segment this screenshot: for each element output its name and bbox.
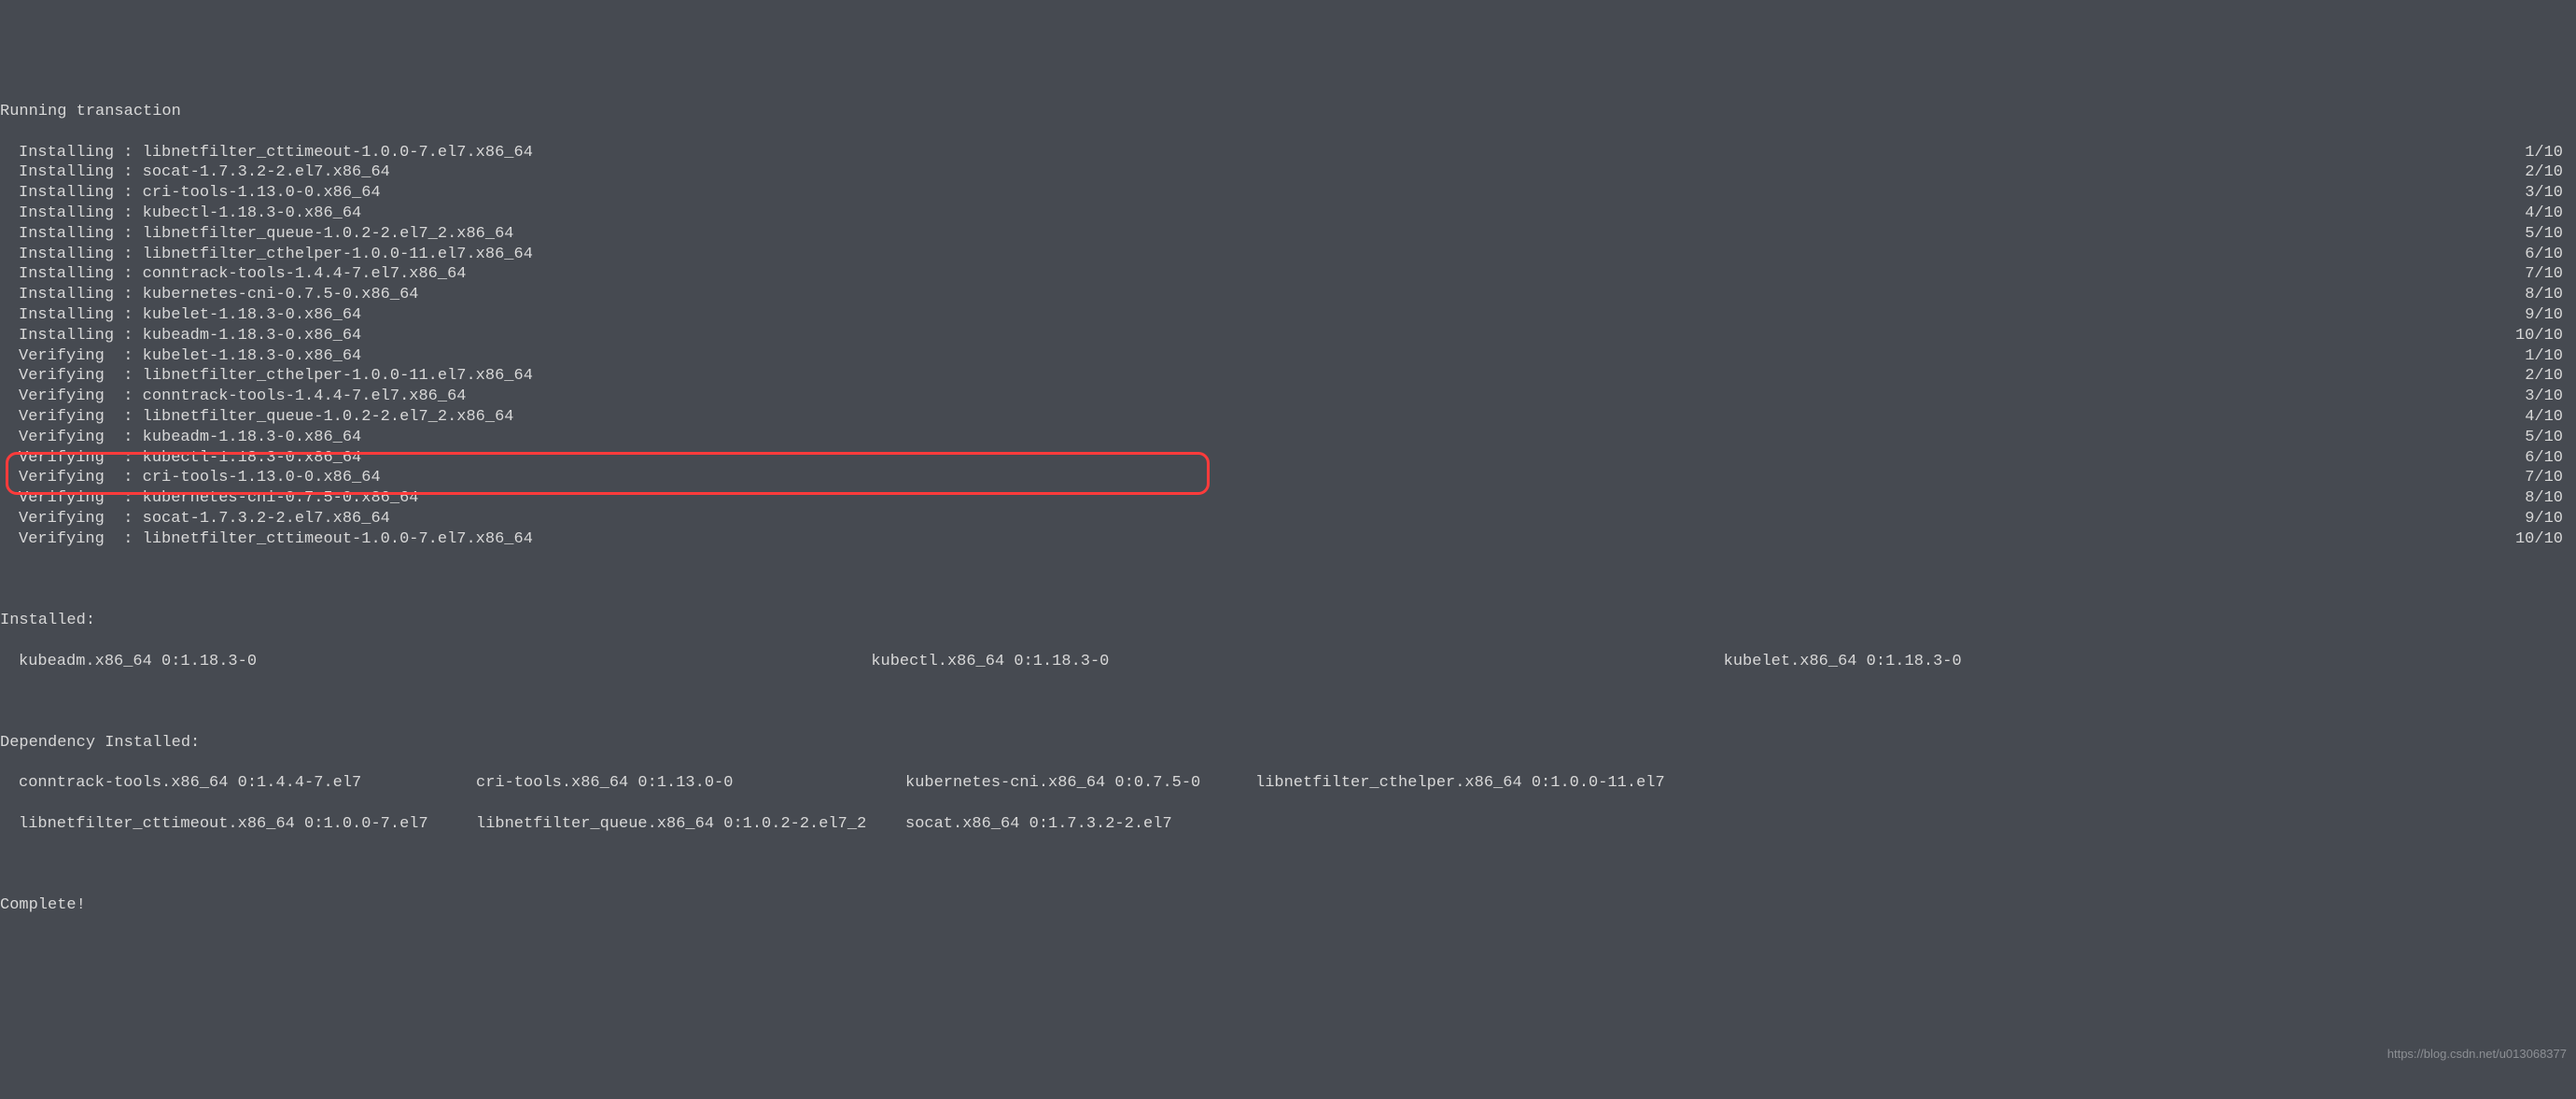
step-progress: 10/10: [2515, 326, 2576, 346]
step-package: Installing : kubernetes-cni-0.7.5-0.x86_…: [0, 285, 418, 305]
complete-label: Complete!: [0, 895, 2576, 916]
transaction-step: Installing : libnetfilter_cthelper-1.0.0…: [0, 245, 2576, 265]
transaction-step: Installing : kubectl-1.18.3-0.x86_64 4/10: [0, 204, 2576, 224]
step-progress: 3/10: [2525, 183, 2576, 204]
dependency-package: libnetfilter_cttimeout.x86_64 0:1.0.0-7.…: [19, 814, 411, 835]
step-package: Installing : libnetfilter_cthelper-1.0.0…: [0, 245, 533, 265]
step-progress: 8/10: [2525, 488, 2576, 509]
step-progress: 5/10: [2525, 224, 2576, 245]
dependency-package: kubernetes-cni.x86_64 0:0.7.5-0: [905, 773, 1190, 794]
step-progress: 6/10: [2525, 448, 2576, 469]
step-progress: 8/10: [2525, 285, 2576, 305]
step-package: Verifying : kubectl-1.18.3-0.x86_64: [0, 448, 361, 469]
dependency-package: libnetfilter_cthelper.x86_64 0:1.0.0-11.…: [1255, 773, 1665, 794]
installed-package: kubeadm.x86_64 0:1.18.3-0: [19, 652, 871, 672]
step-progress: 10/10: [2515, 529, 2576, 550]
step-progress: 9/10: [2525, 509, 2576, 529]
terminal-output: Running transaction Installing : libnetf…: [0, 81, 2576, 936]
transaction-step: Verifying : kubeadm-1.18.3-0.x86_64 5/10: [0, 428, 2576, 448]
dependency-package: socat.x86_64 0:1.7.3.2-2.el7: [905, 814, 1190, 835]
step-progress: 6/10: [2525, 245, 2576, 265]
step-package: Verifying : kubernetes-cni-0.7.5-0.x86_6…: [0, 488, 418, 509]
transaction-step: Installing : cri-tools-1.13.0-0.x86_64 3/…: [0, 183, 2576, 204]
step-package: Verifying : libnetfilter_cthelper-1.0.0-…: [0, 366, 533, 387]
step-package: Verifying : conntrack-tools-1.4.4-7.el7.…: [0, 387, 466, 407]
step-package: Verifying : socat-1.7.3.2-2.el7.x86_64: [0, 509, 390, 529]
installed-packages-row: kubeadm.x86_64 0:1.18.3-0 kubectl.x86_64…: [0, 652, 2576, 672]
dependency-package: conntrack-tools.x86_64 0:1.4.4-7.el7: [19, 773, 411, 794]
dependency-installed-label: Dependency Installed:: [0, 733, 2576, 754]
transaction-step: Installing : socat-1.7.3.2-2.el7.x86_64 2…: [0, 162, 2576, 183]
step-progress: 7/10: [2525, 264, 2576, 285]
step-progress: 3/10: [2525, 387, 2576, 407]
transaction-step: Verifying : kubectl-1.18.3-0.x86_64 6/10: [0, 448, 2576, 469]
transaction-step: Installing : libnetfilter_queue-1.0.2-2.…: [0, 224, 2576, 245]
step-package: Verifying : kubeadm-1.18.3-0.x86_64: [0, 428, 361, 448]
transaction-step: Installing : kubernetes-cni-0.7.5-0.x86_…: [0, 285, 2576, 305]
step-package: Installing : kubectl-1.18.3-0.x86_64: [0, 204, 361, 224]
step-package: Installing : libnetfilter_queue-1.0.2-2.…: [0, 224, 514, 245]
step-package: Installing : kubeadm-1.18.3-0.x86_64: [0, 326, 361, 346]
step-package: Installing : cri-tools-1.13.0-0.x86_64: [0, 183, 381, 204]
transaction-step: Verifying : cri-tools-1.13.0-0.x86_64 7/1…: [0, 468, 2576, 488]
transaction-step: Verifying : libnetfilter_cthelper-1.0.0-…: [0, 366, 2576, 387]
dependency-package: libnetfilter_queue.x86_64 0:1.0.2-2.el7_…: [476, 814, 840, 835]
step-progress: 4/10: [2525, 407, 2576, 428]
step-package: Verifying : libnetfilter_queue-1.0.2-2.e…: [0, 407, 514, 428]
step-progress: 2/10: [2525, 162, 2576, 183]
transaction-step: Installing : conntrack-tools-1.4.4-7.el7…: [0, 264, 2576, 285]
dependency-package: cri-tools.x86_64 0:1.13.0-0: [476, 773, 840, 794]
step-package: Verifying : libnetfilter_cttimeout-1.0.0…: [0, 529, 533, 550]
dependency-row: conntrack-tools.x86_64 0:1.4.4-7.el7 cri…: [0, 773, 2576, 794]
installed-label: Installed:: [0, 611, 2576, 631]
step-progress: 1/10: [2525, 346, 2576, 367]
step-package: Installing : conntrack-tools-1.4.4-7.el7…: [0, 264, 466, 285]
step-progress: 1/10: [2525, 143, 2576, 163]
transaction-step: Installing : kubelet-1.18.3-0.x86_64 9/10: [0, 305, 2576, 326]
transaction-step: Installing : libnetfilter_cttimeout-1.0.…: [0, 143, 2576, 163]
dependency-row: libnetfilter_cttimeout.x86_64 0:1.0.0-7.…: [0, 814, 2576, 835]
transaction-step: Verifying : kubernetes-cni-0.7.5-0.x86_6…: [0, 488, 2576, 509]
step-package: Verifying : kubelet-1.18.3-0.x86_64: [0, 346, 361, 367]
transaction-step: Verifying : libnetfilter_cttimeout-1.0.0…: [0, 529, 2576, 550]
transaction-step: Verifying : conntrack-tools-1.4.4-7.el7.…: [0, 387, 2576, 407]
transaction-step: Installing : kubeadm-1.18.3-0.x86_64 10/1…: [0, 326, 2576, 346]
step-progress: 7/10: [2525, 468, 2576, 488]
step-progress: 4/10: [2525, 204, 2576, 224]
step-progress: 2/10: [2525, 366, 2576, 387]
installed-package: kubectl.x86_64 0:1.18.3-0: [871, 652, 1723, 672]
step-package: Installing : socat-1.7.3.2-2.el7.x86_64: [0, 162, 390, 183]
transaction-step: Verifying : libnetfilter_queue-1.0.2-2.e…: [0, 407, 2576, 428]
step-package: Installing : libnetfilter_cttimeout-1.0.…: [0, 143, 533, 163]
step-progress: 9/10: [2525, 305, 2576, 326]
transaction-step: Verifying : socat-1.7.3.2-2.el7.x86_64 9/…: [0, 509, 2576, 529]
step-package: Verifying : cri-tools-1.13.0-0.x86_64: [0, 468, 381, 488]
header-line: Running transaction: [0, 102, 2576, 122]
step-package: Installing : kubelet-1.18.3-0.x86_64: [0, 305, 361, 326]
watermark: https://blog.csdn.net/u013068377: [2387, 1044, 2567, 1064]
step-progress: 5/10: [2525, 428, 2576, 448]
transaction-step: Verifying : kubelet-1.18.3-0.x86_64 1/10: [0, 346, 2576, 367]
installed-package: kubelet.x86_64 0:1.18.3-0: [1724, 652, 2576, 672]
